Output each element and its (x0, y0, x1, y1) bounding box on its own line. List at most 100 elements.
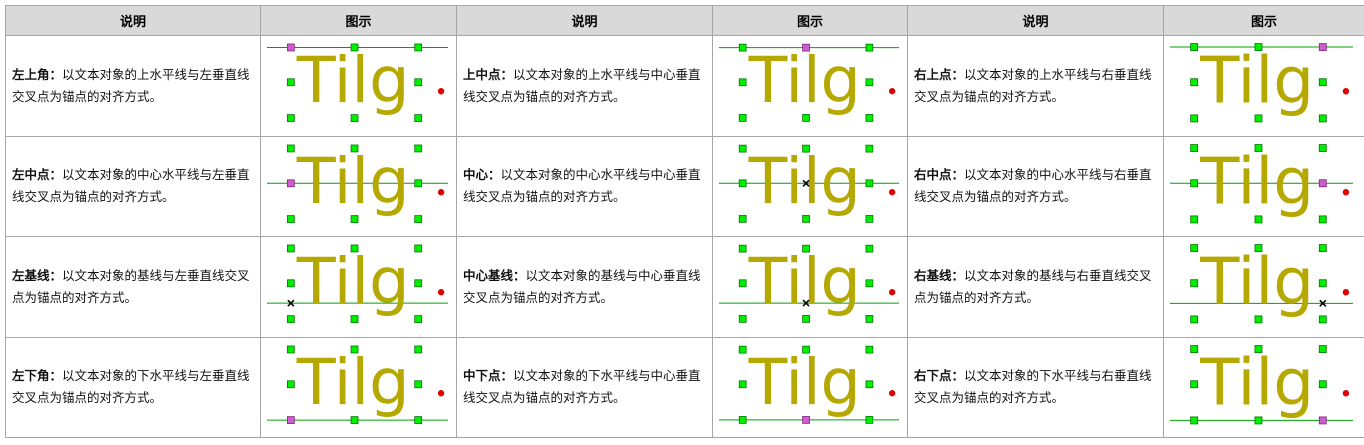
alignment-name: 左基线： (12, 267, 63, 283)
selection-handle (414, 178, 423, 187)
rotate-handle (888, 88, 896, 95)
alignment-diagram-svg: Tilg (266, 244, 449, 323)
selection-handle (1190, 143, 1199, 152)
alignment-diagram: Tilg (1163, 336, 1364, 438)
selection-handle (414, 144, 423, 152)
selection-handle (1254, 244, 1263, 252)
rotate-handle (437, 188, 445, 195)
selection-handle (1318, 344, 1327, 353)
alignment-name: 中心基线： (463, 267, 526, 283)
selection-handle (738, 78, 747, 87)
alignment-name: 左上角： (12, 66, 63, 82)
anchor-point (286, 43, 295, 52)
alignment-diagram: Tilg (712, 336, 908, 438)
selection-handle (738, 315, 747, 323)
alignment-diagram: Tilg (260, 35, 457, 137)
alignment-diagram: Tilg (712, 35, 908, 137)
selection-handle (1318, 279, 1327, 288)
sample-text: Tilg (296, 145, 410, 219)
selection-handle (1254, 114, 1263, 123)
alignment-diagram: Tilg (712, 236, 908, 338)
selection-handle (865, 43, 874, 52)
selection-handle (802, 114, 810, 122)
alignment-name: 右中点： (914, 167, 965, 183)
selection-handle (286, 78, 295, 87)
column-header-illustration: 图示 (712, 5, 908, 36)
selection-handle (865, 315, 874, 323)
selection-handle (865, 415, 874, 424)
rotate-handle (437, 389, 445, 396)
alignment-name: 上中点： (463, 66, 514, 82)
selection-handle (1190, 279, 1199, 288)
sample-text: Tilg (1199, 345, 1314, 420)
selection-handle (1254, 214, 1263, 223)
selection-handle (286, 379, 295, 388)
selection-handle (738, 279, 747, 288)
selection-handle (865, 114, 874, 122)
rotate-handle (437, 289, 445, 296)
selection-handle (1318, 315, 1327, 324)
alignment-name: 中心： (463, 167, 501, 183)
alignment-name: 右下点： (914, 368, 965, 384)
sample-text: Tilg (1199, 43, 1314, 118)
table-row: 左下角：以文本对象的下水平线与左垂直线交叉点为锚点的对齐方式。 Tilg 中下点… (5, 336, 1364, 438)
selection-handle (1190, 43, 1199, 51)
alignment-diagram-svg: Tilg (718, 144, 900, 223)
alignment-diagram-svg: Tilg (718, 345, 900, 424)
alignment-diagram: Tilg (1163, 135, 1364, 237)
alignment-diagram-svg: Tilg (718, 244, 900, 323)
anchor-point (286, 415, 295, 424)
alignment-diagram: Tilg (1163, 236, 1364, 338)
selection-handle (1254, 415, 1263, 424)
alignment-name: 右上点： (914, 66, 965, 82)
selection-handle (1254, 143, 1263, 152)
table-row: 左中点：以文本对象的中心水平线与左垂直线交叉点为锚点的对齐方式。 Tilg 中心… (5, 135, 1364, 237)
sample-text: Tilg (748, 244, 861, 318)
selection-handle (286, 144, 295, 152)
selection-handle (286, 279, 295, 288)
selection-handle (738, 244, 747, 253)
selection-handle (350, 144, 359, 152)
selection-handle (286, 114, 295, 122)
selection-handle (738, 114, 747, 122)
alignment-diagram-svg: Tilg (1170, 43, 1353, 123)
selection-handle (414, 214, 423, 223)
alignment-diagram-svg: Tilg (1170, 344, 1353, 424)
selection-handle (738, 345, 747, 354)
selection-handle (1190, 415, 1199, 424)
alignment-table: 说明 图示 说明 图示 说明 图示 左上角：以文本对象的上水平线与左垂直线交叉点… (5, 5, 1364, 438)
alignment-description: 左基线：以文本对象的基线与左垂直线交叉点为锚点的对齐方式。 (5, 236, 261, 338)
alignment-name: 中下点： (463, 368, 514, 384)
selection-handle (802, 345, 810, 354)
selection-handle (286, 345, 295, 353)
selection-handle (802, 214, 810, 223)
anchor-point (1318, 415, 1327, 424)
selection-handle (350, 43, 359, 52)
rotate-handle (1342, 188, 1350, 195)
rotate-handle (1342, 389, 1350, 396)
alignment-description: 左上角：以文本对象的上水平线与左垂直线交叉点为锚点的对齐方式。 (5, 35, 261, 137)
alignment-description: 上中点：以文本对象的上水平线与中心垂直线交叉点为锚点的对齐方式。 (456, 35, 713, 137)
rotate-handle (888, 389, 896, 396)
selection-handle (286, 315, 295, 323)
selection-handle (1190, 114, 1199, 123)
alignment-diagram-svg: Tilg (718, 43, 900, 122)
alignment-diagram-svg: Tilg (1170, 244, 1353, 324)
rotate-handle (888, 289, 896, 296)
alignment-diagram: Tilg (260, 236, 457, 338)
anchor-point (802, 415, 810, 424)
selection-handle (414, 345, 423, 353)
selection-handle (1318, 379, 1327, 388)
anchor-point (286, 178, 295, 187)
alignment-description: 左中点：以文本对象的中心水平线与左垂直线交叉点为锚点的对齐方式。 (5, 135, 261, 237)
alignment-diagram: Tilg (260, 336, 457, 438)
column-header-description: 说明 (5, 5, 261, 36)
selection-handle (738, 214, 747, 223)
rotate-handle (1342, 88, 1350, 95)
rotate-handle (437, 88, 445, 95)
selection-handle (350, 415, 359, 424)
alignment-description: 右中点：以文本对象的中心水平线与右垂直线交叉点为锚点的对齐方式。 (907, 135, 1164, 237)
selection-handle (1190, 244, 1199, 252)
selection-handle (865, 144, 874, 153)
selection-handle (865, 379, 874, 388)
